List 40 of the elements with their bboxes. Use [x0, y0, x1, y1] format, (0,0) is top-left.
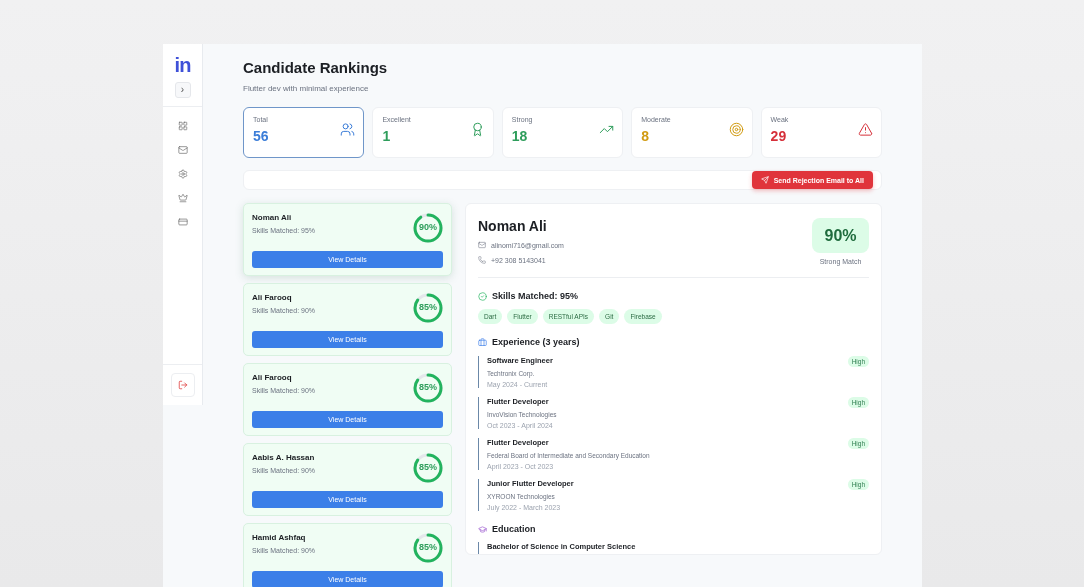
page-subtitle: Flutter dev with minimal experience	[243, 84, 370, 93]
candidate-name: Aabis A. Hassan	[252, 453, 316, 462]
dashboard-icon[interactable]	[177, 121, 188, 131]
score-percent: 85%	[418, 542, 438, 552]
target-icon	[728, 122, 744, 137]
warning-icon	[858, 122, 873, 137]
stat-value: 18	[511, 128, 529, 144]
stat-value: 29	[770, 128, 788, 144]
match-score: 90%	[812, 218, 869, 253]
logo: in	[174, 54, 191, 76]
credit-card-icon[interactable]	[177, 217, 188, 227]
sidebar-toggle[interactable]: ›	[174, 82, 191, 98]
candidate-name: Ali Farooq	[252, 373, 293, 382]
score-percent: 85%	[418, 382, 438, 392]
candidate-name: Noman Ali	[252, 213, 293, 222]
section-title: Experience (3 years)	[492, 337, 580, 347]
phone-icon	[478, 256, 486, 264]
mail-icon	[478, 241, 486, 249]
candidate-name: Ali Farooq	[252, 293, 293, 302]
users-icon	[340, 122, 356, 137]
score-percent: 90%	[418, 222, 438, 232]
score-percent: 85%	[418, 462, 438, 472]
section-title: Skills Matched: 95%	[492, 291, 579, 301]
detail-name: Noman Ali	[478, 218, 548, 234]
briefcase-icon	[478, 337, 487, 347]
logout-icon	[177, 380, 188, 390]
logout-button[interactable]	[170, 373, 195, 397]
send-icon	[760, 176, 769, 184]
graduation-cap-icon	[478, 524, 487, 534]
page-title: Candidate Rankings	[243, 59, 389, 76]
crown-icon[interactable]	[177, 193, 188, 203]
stat-value: 8	[641, 128, 650, 144]
check-circle-icon	[478, 291, 487, 301]
score-percent: 85%	[418, 302, 438, 312]
settings-icon[interactable]	[177, 169, 188, 179]
mail-icon[interactable]	[177, 145, 188, 155]
stat-value: 56	[253, 128, 269, 144]
section-title: Education	[492, 524, 536, 534]
candidate-name: Hamid Ashfaq	[252, 533, 307, 542]
stat-value: 1	[382, 128, 392, 144]
